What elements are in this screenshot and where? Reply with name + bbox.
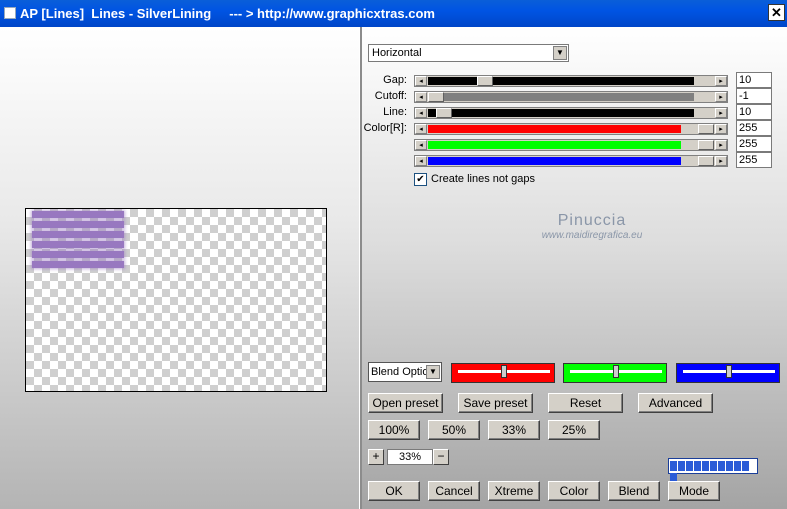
blend-options-dropdown[interactable]: Blend Optio ▼ (368, 362, 442, 382)
preview-line (32, 221, 124, 228)
xtreme-button[interactable]: Xtreme (488, 481, 540, 501)
mini-thumb[interactable] (501, 365, 507, 378)
chevron-left-icon[interactable]: ◂ (415, 76, 427, 86)
watermark: Pinuccia www.maidiregrafica.eu (512, 212, 672, 241)
progress-cell (726, 461, 733, 471)
ok-button[interactable]: OK (368, 481, 420, 501)
progress-cell (702, 461, 709, 471)
save-preset-button[interactable]: Save preset (458, 393, 533, 413)
param-value-field[interactable]: 255 (736, 120, 772, 136)
color-blend-slider[interactable] (563, 363, 667, 383)
watermark-url: www.maidiregrafica.eu (541, 230, 643, 241)
chevron-down-icon[interactable]: ▼ (553, 46, 567, 60)
param-label: Line: (383, 106, 407, 118)
preview-canvas[interactable] (25, 208, 327, 392)
preview-panel (0, 27, 359, 509)
chevron-left-icon[interactable]: ◂ (415, 108, 427, 118)
close-button[interactable]: ✕ (768, 4, 785, 21)
zoom-level-field[interactable]: 33% (387, 449, 433, 465)
chevron-right-icon[interactable]: ▸ (715, 140, 727, 150)
chevron-right-icon[interactable]: ▸ (715, 124, 727, 134)
param-label: Color[R]: (363, 122, 407, 134)
param-slider[interactable]: ◂ ▸ (414, 123, 728, 135)
blend-options-value: Blend Optio (371, 366, 429, 378)
chevron-left-icon[interactable]: ◂ (415, 156, 427, 166)
color-button[interactable]: Color (548, 481, 600, 501)
chevron-left-icon[interactable]: ◂ (415, 140, 427, 150)
progress-cell (734, 461, 741, 471)
zoom-50-button[interactable]: 50% (428, 420, 480, 440)
progress-cell (742, 461, 749, 471)
preview-line (32, 261, 124, 268)
param-value-field[interactable]: 10 (736, 72, 772, 88)
param-value-field[interactable]: -1 (736, 88, 772, 104)
lines-preview (32, 211, 124, 275)
slider-track (428, 109, 694, 117)
chevron-right-icon[interactable]: ▸ (715, 76, 727, 86)
slider-thumb[interactable] (698, 156, 714, 166)
watermark-name: Pinuccia (557, 212, 627, 229)
chevron-left-icon[interactable]: ◂ (415, 124, 427, 134)
slider-track (428, 77, 694, 85)
preview-line (32, 211, 124, 218)
param-value-field[interactable]: 255 (736, 136, 772, 152)
progress-cell (678, 461, 685, 471)
window-title: AP [Lines] Lines - SilverLining --- > ht… (20, 6, 435, 21)
advanced-button[interactable]: Advanced (638, 393, 713, 413)
zoom-25-button[interactable]: 25% (548, 420, 600, 440)
open-preset-button[interactable]: Open preset (368, 393, 443, 413)
reset-button[interactable]: Reset (548, 393, 623, 413)
param-label: Cutoff: (374, 90, 407, 102)
progress-cell (686, 461, 693, 471)
progress-cell (694, 461, 701, 471)
param-slider[interactable]: ◂ ▸ (414, 155, 728, 167)
create-lines-label: Create lines not gaps (431, 173, 535, 185)
create-lines-checkbox[interactable]: ✔ (414, 173, 427, 186)
param-label: Gap: (383, 74, 407, 86)
slider-track (428, 93, 694, 101)
param-slider[interactable]: ◂ ▸ (414, 91, 728, 103)
preview-line (32, 251, 124, 258)
zoom-out-button[interactable]: − (433, 449, 449, 465)
zoom-in-button[interactable]: + (368, 449, 384, 465)
slider-track (428, 157, 681, 165)
param-slider[interactable]: ◂ ▸ (414, 75, 728, 87)
slider-track (428, 141, 681, 149)
chevron-right-icon[interactable]: ▸ (715, 108, 727, 118)
param-value-field[interactable]: 255 (736, 152, 772, 168)
color-blend-slider[interactable] (451, 363, 555, 383)
preview-line (32, 231, 124, 238)
mode-button[interactable]: Mode (668, 481, 720, 501)
chevron-down-icon[interactable]: ▼ (426, 365, 440, 379)
direction-value: Horizontal (372, 47, 422, 59)
param-value-field[interactable]: 10 (736, 104, 772, 120)
zoom-100-button[interactable]: 100% (368, 420, 420, 440)
slider-thumb[interactable] (428, 92, 444, 102)
slider-track (428, 125, 681, 133)
title-bar: AP [Lines] Lines - SilverLining --- > ht… (0, 0, 787, 27)
chevron-right-icon[interactable]: ▸ (715, 156, 727, 166)
slider-thumb[interactable] (436, 108, 452, 118)
window-icon (4, 7, 16, 19)
param-slider[interactable]: ◂ ▸ (414, 107, 728, 119)
direction-dropdown[interactable]: Horizontal ▼ (368, 44, 569, 62)
progress-cell (710, 461, 717, 471)
cancel-button[interactable]: Cancel (428, 481, 480, 501)
mini-thumb[interactable] (613, 365, 619, 378)
param-slider[interactable]: ◂ ▸ (414, 139, 728, 151)
preview-line (32, 241, 124, 248)
blend-button[interactable]: Blend (608, 481, 660, 501)
mini-thumb[interactable] (726, 365, 732, 378)
controls-panel: Horizontal ▼ Gap: ◂ ▸ 10 Cutoff: ◂ ▸ -1 Line: ◂ ▸ 1… (362, 27, 787, 509)
slider-thumb[interactable] (698, 124, 714, 134)
zoom-33-button[interactable]: 33% (488, 420, 540, 440)
progress-cell (670, 461, 677, 471)
slider-thumb[interactable] (477, 76, 493, 86)
chevron-right-icon[interactable]: ▸ (715, 92, 727, 102)
chevron-left-icon[interactable]: ◂ (415, 92, 427, 102)
progress-bar (668, 458, 758, 483)
color-blend-slider[interactable] (676, 363, 780, 383)
slider-thumb[interactable] (698, 140, 714, 150)
progress-cell (718, 461, 725, 471)
